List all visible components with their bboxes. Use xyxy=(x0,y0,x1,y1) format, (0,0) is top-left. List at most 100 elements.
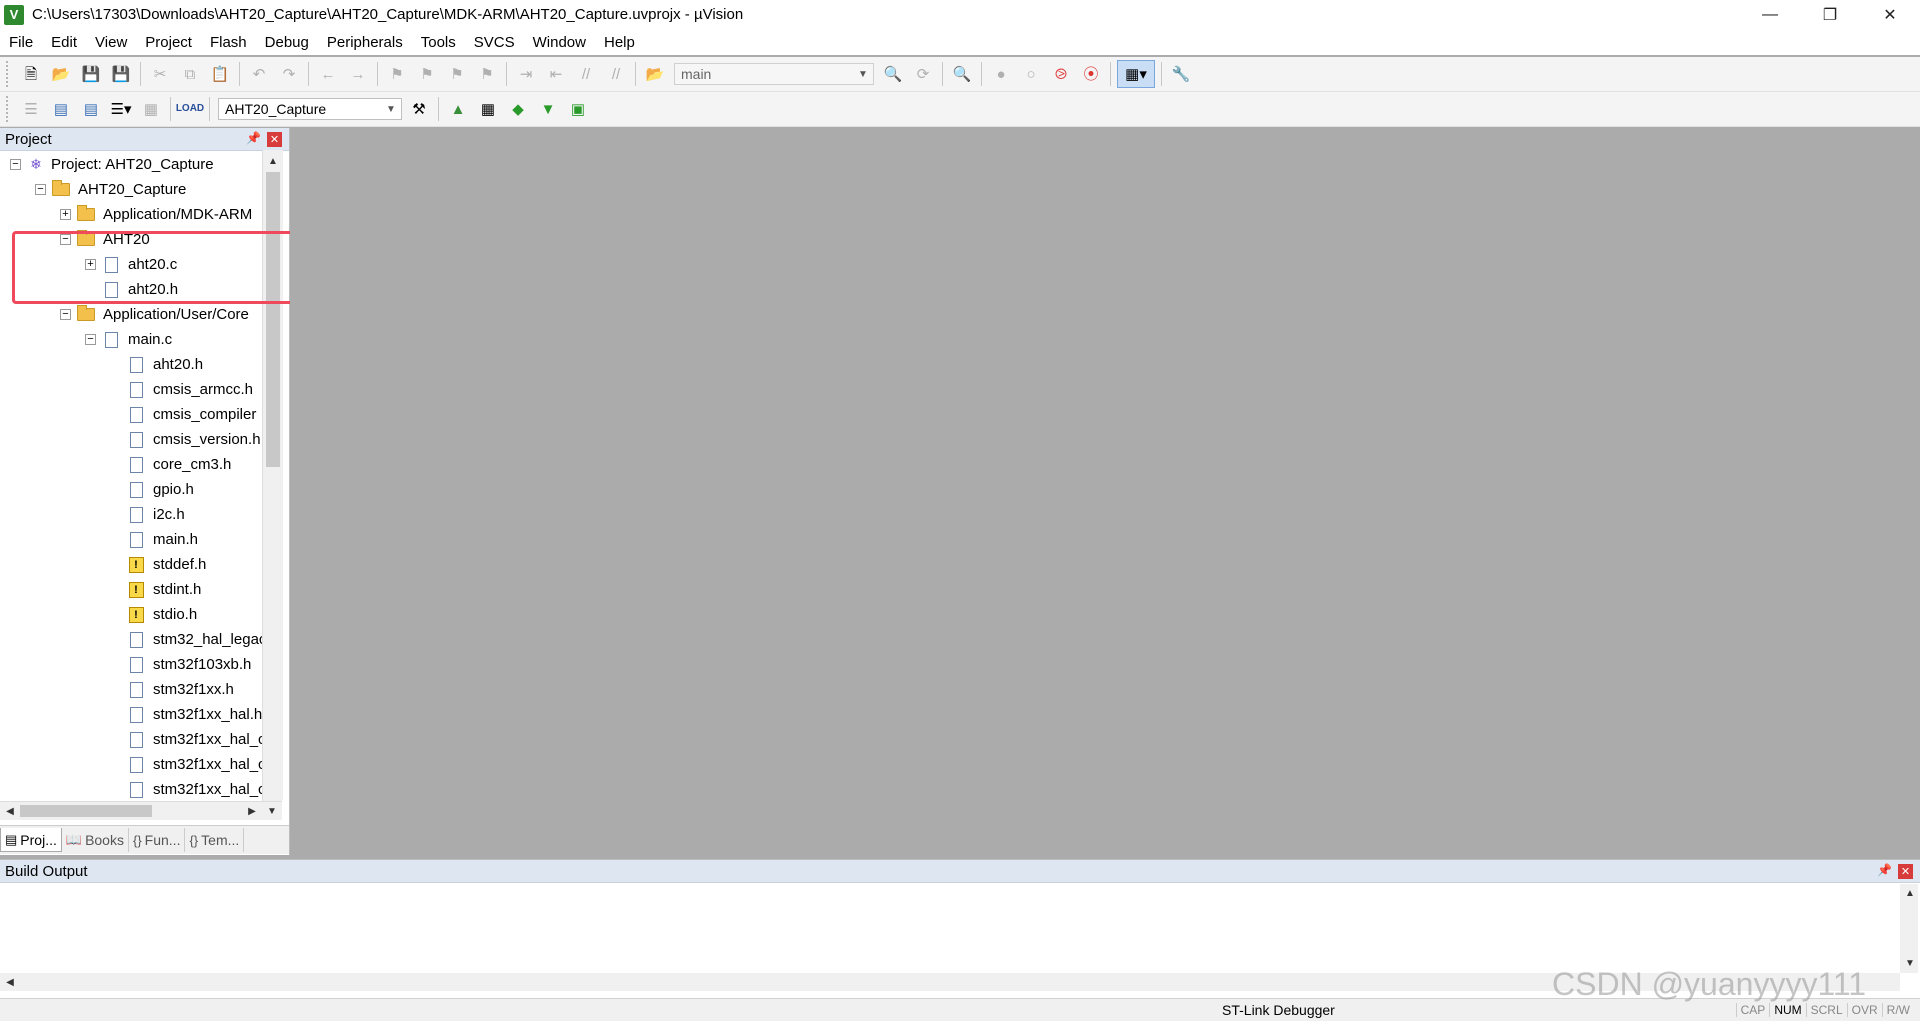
options-for-target-icon[interactable]: ⚒ xyxy=(406,96,432,122)
scrollbar-thumb[interactable] xyxy=(266,172,280,467)
translate-icon[interactable]: ☰ xyxy=(18,96,44,122)
rebuild-icon[interactable]: ▤ xyxy=(78,96,104,122)
collapse-icon[interactable]: − xyxy=(60,309,71,320)
tree-vertical-scrollbar[interactable]: ▲ xyxy=(262,150,283,801)
tab-templates[interactable]: {} Tem... xyxy=(185,828,245,852)
window-layout-icon[interactable]: ▦▾ xyxy=(1117,60,1155,88)
find-icon[interactable]: 🔍 xyxy=(880,61,906,87)
expand-icon[interactable]: + xyxy=(60,209,71,220)
bookmark-next-icon[interactable]: ⚑ xyxy=(444,61,470,87)
collapse-icon[interactable]: − xyxy=(85,334,96,345)
tree-item-dep[interactable]: stm32f1xx_hal.h xyxy=(110,702,262,727)
chevron-down-icon[interactable]: ▼ xyxy=(855,66,871,82)
tree-item-dep[interactable]: ! stdint.h xyxy=(110,577,201,602)
tree-item-aht20-h[interactable]: aht20.h xyxy=(85,277,178,302)
manage-project-items-icon[interactable]: ▲ xyxy=(445,96,471,122)
pin-icon[interactable]: 📌 xyxy=(1877,863,1892,877)
tree-item-dep[interactable]: cmsis_armcc.h xyxy=(110,377,253,402)
tab-project[interactable]: ▤ Proj... xyxy=(0,828,62,852)
unindent-icon[interactable]: ⇤ xyxy=(543,61,569,87)
menu-project[interactable]: Project xyxy=(136,34,201,51)
tab-functions[interactable]: {} Fun... xyxy=(129,828,186,852)
tab-books[interactable]: 📖 Books xyxy=(62,828,129,852)
download-load-icon[interactable]: LOAD xyxy=(176,96,204,122)
editor-area[interactable] xyxy=(290,128,1920,855)
menu-svcs[interactable]: SVCS xyxy=(465,34,524,51)
menu-file[interactable]: File xyxy=(0,34,42,51)
cut-icon[interactable]: ✂ xyxy=(147,61,173,87)
tree-item-main-c[interactable]: − main.c xyxy=(85,327,172,352)
restore-button[interactable]: ❐ xyxy=(1800,0,1860,29)
breakpoint-insert-icon[interactable]: ● xyxy=(988,61,1014,87)
bookmark-clear-icon[interactable]: ⚑ xyxy=(474,61,500,87)
paste-icon[interactable]: 📋 xyxy=(207,61,233,87)
build-vertical-scrollbar[interactable]: ▲ ▼ xyxy=(1900,884,1918,973)
tree-item-target[interactable]: − AHT20_Capture xyxy=(35,177,186,202)
indent-icon[interactable]: ⇥ xyxy=(513,61,539,87)
tree-item-project[interactable]: − ❄ Project: AHT20_Capture xyxy=(10,152,214,177)
tree-item-dep[interactable]: cmsis_version.h xyxy=(110,427,261,452)
scroll-down-icon[interactable]: ▼ xyxy=(1900,954,1920,972)
menu-flash[interactable]: Flash xyxy=(201,34,256,51)
bookmark-previous-icon[interactable]: ⚑ xyxy=(414,61,440,87)
close-window-button[interactable]: ✕ xyxy=(1860,0,1920,29)
scroll-left-icon[interactable]: ◀ xyxy=(0,973,20,991)
tree-item-group-mdk-arm[interactable]: + Application/MDK-ARM xyxy=(60,202,252,227)
menu-debug[interactable]: Debug xyxy=(256,34,318,51)
redo-icon[interactable]: ↷ xyxy=(276,61,302,87)
close-icon[interactable]: ✕ xyxy=(1898,864,1913,879)
tree-item-group-aht20[interactable]: − AHT20 xyxy=(60,227,150,252)
tree-item-dep[interactable]: stm32_hal_legac xyxy=(110,627,262,652)
scrollbar-thumb[interactable] xyxy=(20,805,152,817)
menu-window[interactable]: Window xyxy=(524,34,595,51)
tree-item-dep[interactable]: gpio.h xyxy=(110,477,194,502)
comment-icon[interactable]: // xyxy=(573,61,599,87)
tree-item-dep[interactable]: stm32f1xx_hal_c xyxy=(110,752,262,777)
tree-item-dep[interactable]: i2c.h xyxy=(110,502,185,527)
build-icon[interactable]: ▤ xyxy=(48,96,74,122)
stop-build-icon[interactable]: ▦ xyxy=(138,96,164,122)
scroll-right-icon[interactable]: ▶ xyxy=(242,802,262,820)
minimize-button[interactable]: — xyxy=(1740,0,1800,29)
uncomment-icon[interactable]: // xyxy=(603,61,629,87)
menu-edit[interactable]: Edit xyxy=(42,34,86,51)
tree-horizontal-scrollbar[interactable]: ◀ ▶ ▼ xyxy=(0,801,282,820)
navigate-back-icon[interactable]: ← xyxy=(315,61,341,87)
breakpoint-kill-all-icon[interactable]: ⦿ xyxy=(1078,61,1104,87)
menu-view[interactable]: View xyxy=(86,34,136,51)
tree-item-dep[interactable]: ! stddef.h xyxy=(110,552,206,577)
tree-item-dep[interactable]: stm32f1xx.h xyxy=(110,677,234,702)
save-icon[interactable]: 💾 xyxy=(78,61,104,87)
pin-icon[interactable]: 📌 xyxy=(246,131,261,145)
tree-item-aht20-c[interactable]: + aht20.c xyxy=(85,252,177,277)
target-select[interactable]: AHT20_Capture ▼ xyxy=(218,98,402,120)
save-all-icon[interactable]: 💾 xyxy=(108,61,134,87)
tree-item-dep[interactable]: cmsis_compiler xyxy=(110,402,256,427)
tree-item-group-user-core[interactable]: − Application/User/Core xyxy=(60,302,249,327)
collapse-icon[interactable]: − xyxy=(60,234,71,245)
toolbar-grip[interactable] xyxy=(6,61,12,87)
debug-session-icon[interactable]: 🔍 xyxy=(949,61,975,87)
find-combo[interactable]: main ▼ xyxy=(674,63,874,85)
tree-item-dep[interactable]: ! stdio.h xyxy=(110,602,197,627)
copy-icon[interactable]: ⧉ xyxy=(177,61,203,87)
tree-item-dep[interactable]: main.h xyxy=(110,527,198,552)
bookmark-insert-icon[interactable]: ⚑ xyxy=(384,61,410,87)
scroll-down-icon[interactable]: ▼ xyxy=(262,802,282,820)
tree-item-dep[interactable]: stm32f103xb.h xyxy=(110,652,251,677)
navigate-forward-icon[interactable]: → xyxy=(345,61,371,87)
toolbar-grip[interactable] xyxy=(6,96,12,122)
tree-item-dep[interactable]: aht20.h xyxy=(110,352,203,377)
close-icon[interactable]: ✕ xyxy=(267,132,282,147)
scroll-up-icon[interactable]: ▲ xyxy=(1900,884,1920,902)
tree-item-dep[interactable]: stm32f1xx_hal_c xyxy=(110,727,262,752)
menu-peripherals[interactable]: Peripherals xyxy=(318,34,412,51)
scroll-up-icon[interactable]: ▲ xyxy=(263,152,283,170)
manage-multi-project-icon[interactable]: ▦ xyxy=(475,96,501,122)
new-file-icon[interactable]: 🗎 xyxy=(18,61,44,87)
undo-icon[interactable]: ↶ xyxy=(246,61,272,87)
menu-help[interactable]: Help xyxy=(595,34,644,51)
collapse-icon[interactable]: − xyxy=(35,184,46,195)
tree-item-dep[interactable]: stm32f1xx_hal_c xyxy=(110,777,262,801)
menu-tools[interactable]: Tools xyxy=(412,34,465,51)
